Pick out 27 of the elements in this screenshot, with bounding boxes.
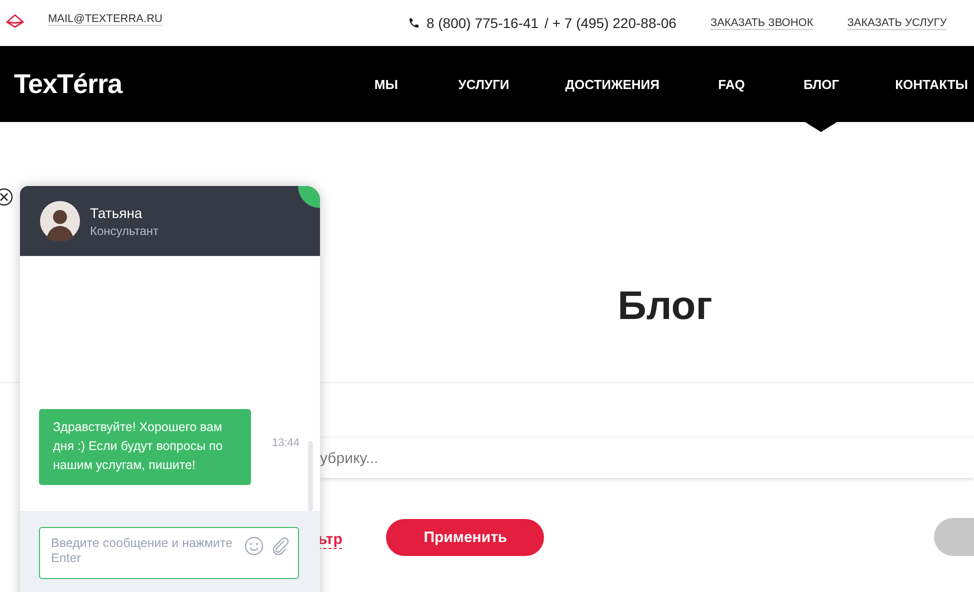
nav-item[interactable]: МЫ (342, 46, 430, 132)
search-field[interactable]: убрику... (320, 438, 974, 478)
top-link[interactable]: ЗАКАЗАТЬ ЗВОНОК (710, 16, 814, 30)
email-link[interactable]: MAIL@TEXTERRA.RU (48, 12, 162, 26)
chat-message: Здравствуйте! Хорошего вам дня :) Если будут вопросы по нашим услугам, пишите! (39, 409, 251, 485)
top-link[interactable]: ЗАКАЗАТЬ УСЛУГУ (847, 16, 947, 30)
phone-number: 8 (800) 775-16-41 (426, 15, 539, 31)
nav-item[interactable]: ДОСТИЖЕНИЯ (537, 46, 688, 132)
nav-item[interactable]: УСЛУГИ (430, 46, 538, 132)
nav-item[interactable]: БЛОГ (776, 46, 868, 132)
apply-button[interactable]: Применить (386, 518, 544, 556)
nav-item[interactable]: FAQ (688, 46, 776, 132)
phone-number: / + 7 (495) 220-88-06 (544, 15, 676, 31)
agent-name: Татьяна (90, 204, 144, 220)
logo[interactable]: TexTérra (14, 68, 122, 100)
side-button[interactable] (934, 518, 974, 556)
smiley-icon[interactable] (244, 536, 264, 556)
scrollbar[interactable] (308, 441, 313, 511)
agent-role: Консультант (90, 224, 159, 238)
page-title: Блог (616, 283, 714, 330)
phone-icon (408, 17, 420, 29)
nav-item[interactable]: КОНТАКТЫ (867, 46, 974, 132)
avatar (40, 201, 80, 241)
message-time: 13:44 (272, 437, 300, 449)
paperclip-icon[interactable] (270, 536, 290, 556)
envelope-icon (6, 14, 24, 28)
close-icon[interactable] (0, 188, 13, 206)
